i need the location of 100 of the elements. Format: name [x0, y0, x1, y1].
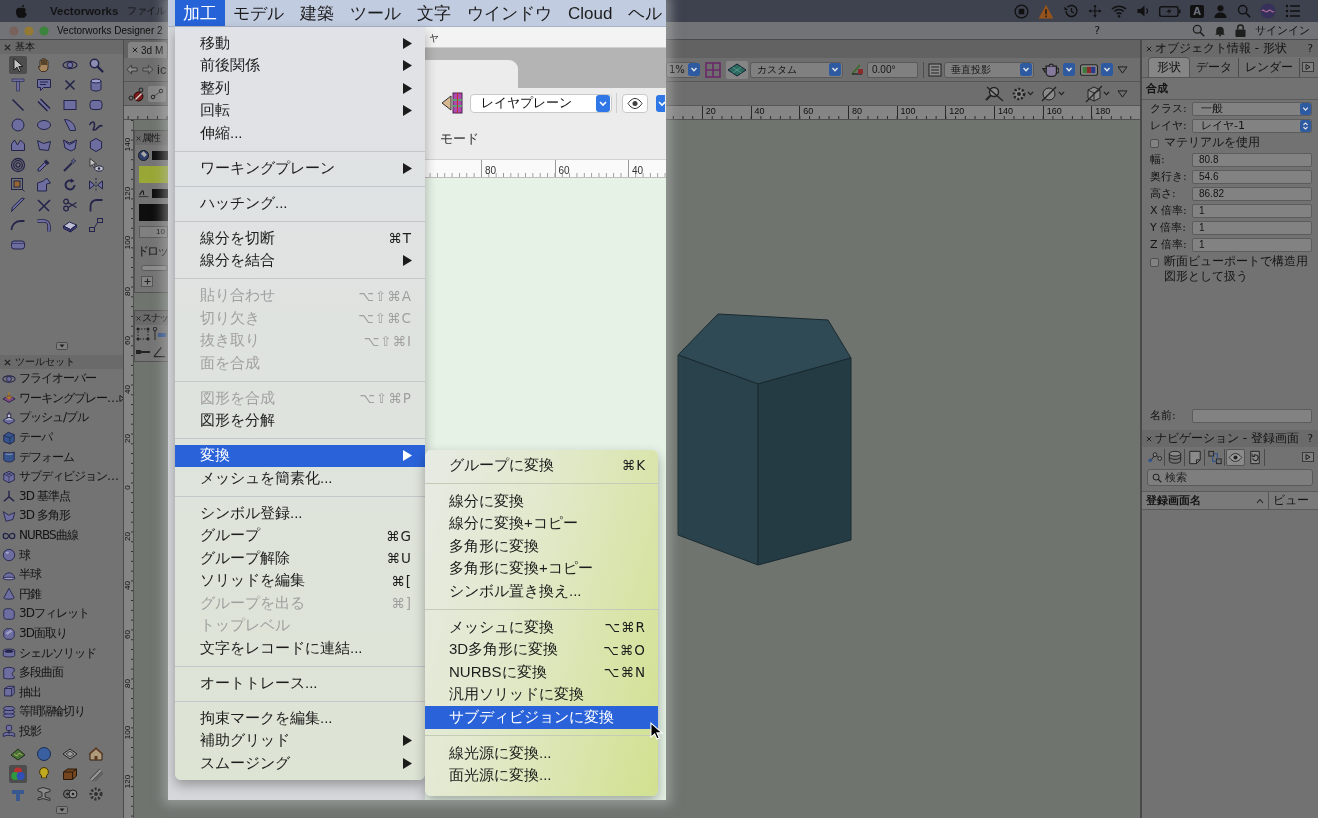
menu-item[interactable]: 図形を分解 — [175, 409, 425, 432]
house-icon[interactable] — [87, 745, 105, 764]
gradient-orb-icon[interactable] — [1260, 3, 1276, 19]
triangle-down-icon[interactable] — [1117, 89, 1128, 98]
sphere-slash-icon[interactable] — [1040, 84, 1058, 103]
tool-list-item[interactable]: デフォーム — [0, 447, 123, 467]
tool-list-item[interactable]: 半球 — [0, 564, 123, 585]
menu-item[interactable]: 多角形に変換+コピー — [425, 557, 658, 580]
forward-arrow-icon[interactable] — [142, 64, 154, 75]
palette-menu-icon[interactable] — [1302, 62, 1314, 72]
help-mark[interactable]: ? — [1094, 24, 1100, 37]
close-icon[interactable] — [1146, 45, 1152, 52]
move-arrows-icon[interactable] — [1088, 4, 1103, 18]
linked-squares-icon[interactable] — [1206, 448, 1225, 466]
fill-swatch[interactable] — [152, 151, 168, 160]
menu-bar-item[interactable]: モデル — [225, 0, 292, 26]
apple-icon[interactable] — [15, 3, 28, 19]
chevron-down-icon[interactable] — [1103, 91, 1110, 96]
mirror-icon[interactable] — [87, 176, 105, 194]
add-button[interactable] — [141, 276, 153, 287]
menu-bar-item[interactable]: 加工 — [175, 0, 225, 26]
hexagon-icon[interactable] — [87, 136, 105, 154]
color-palette-icon[interactable] — [1080, 63, 1098, 76]
chevron-down-icon[interactable] — [1027, 91, 1034, 96]
view-dropdown[interactable]: カスタム — [750, 61, 843, 78]
close-icon[interactable] — [4, 358, 11, 366]
knife-icon[interactable] — [9, 196, 27, 214]
menu-bar-item[interactable]: Cloud — [560, 0, 621, 26]
menu-item[interactable]: 整列 — [175, 77, 425, 100]
menu-bar-item[interactable]: 建築 — [292, 0, 342, 26]
tool-list-item[interactable]: 3Dフィレット — [0, 604, 123, 624]
tool-list-item[interactable]: 投影 — [0, 721, 123, 742]
input-field[interactable]: 54.6 — [1192, 169, 1312, 184]
tool-list-item[interactable]: テーパ — [0, 427, 123, 448]
clock-arrow-icon[interactable] — [1063, 3, 1080, 19]
page-icon[interactable] — [1186, 448, 1205, 466]
close-icon[interactable] — [4, 43, 11, 51]
menu-item[interactable]: 線分に変換 — [425, 490, 658, 513]
menu-item[interactable]: 線分を切断 ⌘T — [175, 227, 425, 250]
checkbox[interactable] — [1150, 258, 1159, 267]
menu-item[interactable]: 拘束マークを編集... — [175, 707, 425, 730]
tool-list-item[interactable]: プッシュ/プル — [0, 408, 123, 428]
input-field[interactable]: 1 — [1192, 237, 1312, 252]
menu-item[interactable]: 面光源に変換... — [425, 764, 658, 787]
menu-bar-item[interactable]: ツール — [342, 0, 409, 26]
fillet-icon[interactable] — [87, 196, 105, 214]
menu-item[interactable]: 回転 — [175, 99, 425, 122]
i-beam-icon[interactable] — [35, 785, 53, 804]
sphere-icon[interactable] — [35, 745, 53, 764]
menu-item[interactable]: シンボル置き換え... — [425, 580, 658, 603]
back-arrow-icon[interactable] — [126, 64, 138, 75]
close-icon[interactable] — [1146, 435, 1152, 442]
stop-icon[interactable] — [1014, 3, 1030, 19]
help-mark[interactable]: ? — [1307, 40, 1313, 57]
menu-item[interactable]: シンボル登録... — [175, 502, 425, 525]
chevron-down-icon[interactable] — [1058, 91, 1065, 96]
tool-list-item[interactable]: ワーキングプレー… — [0, 388, 123, 409]
user-icon[interactable] — [1213, 3, 1228, 19]
menu-item[interactable]: 文字をレコードに連結... — [175, 637, 425, 660]
help-mark[interactable]: ? — [1307, 430, 1313, 447]
tool-list-item[interactable]: フライオーバー — [0, 369, 123, 389]
double-line-icon[interactable] — [35, 96, 53, 114]
wand-icon[interactable] — [61, 156, 79, 174]
menu-item[interactable]: 伸縮... — [175, 122, 425, 145]
layer-plane-icon[interactable] — [440, 92, 464, 114]
input-field[interactable]: 1 — [1192, 220, 1312, 235]
line-icon[interactable] — [9, 96, 27, 114]
palette-menu-icon[interactable] — [1302, 452, 1314, 462]
tool-list-item[interactable]: 抽出 — [0, 682, 123, 703]
wifi-icon[interactable] — [1111, 3, 1128, 19]
tool-list-item[interactable]: 等間隔輪切り — [0, 702, 123, 722]
dropdown[interactable]: 一般 — [1192, 101, 1312, 116]
double-polygon-icon[interactable] — [61, 136, 79, 154]
stack-icon[interactable] — [1166, 448, 1185, 466]
elbow-icon[interactable] — [35, 216, 53, 234]
connector-icon[interactable] — [87, 216, 105, 234]
checkbox[interactable] — [1150, 139, 1159, 148]
snap-nodes-icon[interactable] — [148, 85, 166, 102]
callout-icon[interactable] — [35, 76, 53, 94]
dropdown-arrow-icon[interactable] — [656, 94, 665, 112]
search-icon[interactable] — [1192, 24, 1205, 37]
close-icon[interactable] — [136, 315, 141, 321]
menu-item[interactable]: 汎用ソリッドに変換 — [425, 683, 658, 706]
overlapping-circles-icon[interactable] — [9, 765, 27, 784]
battery-charging-icon[interactable] — [1159, 5, 1182, 17]
circle-icon[interactable] — [9, 116, 27, 134]
menu-item[interactable]: 線光源に変換... — [425, 742, 658, 765]
pen-swatch[interactable] — [139, 204, 168, 221]
menu-item[interactable]: 変換 — [175, 444, 425, 467]
column-header[interactable]: 登録画面名 — [1146, 493, 1256, 508]
arc-icon[interactable] — [61, 116, 79, 134]
close-icon[interactable] — [136, 135, 141, 141]
menu-item[interactable]: サブディビジョンに変換 — [425, 706, 658, 729]
input-field[interactable] — [1192, 408, 1312, 423]
input-source-indicator[interactable]: A — [1190, 4, 1204, 18]
slider-track[interactable] — [141, 265, 168, 271]
search-field[interactable]: 検索 — [1147, 469, 1313, 486]
fill-swatch[interactable] — [139, 166, 168, 183]
cylinder-icon[interactable] — [87, 76, 105, 94]
link-off-icon[interactable] — [128, 85, 144, 102]
